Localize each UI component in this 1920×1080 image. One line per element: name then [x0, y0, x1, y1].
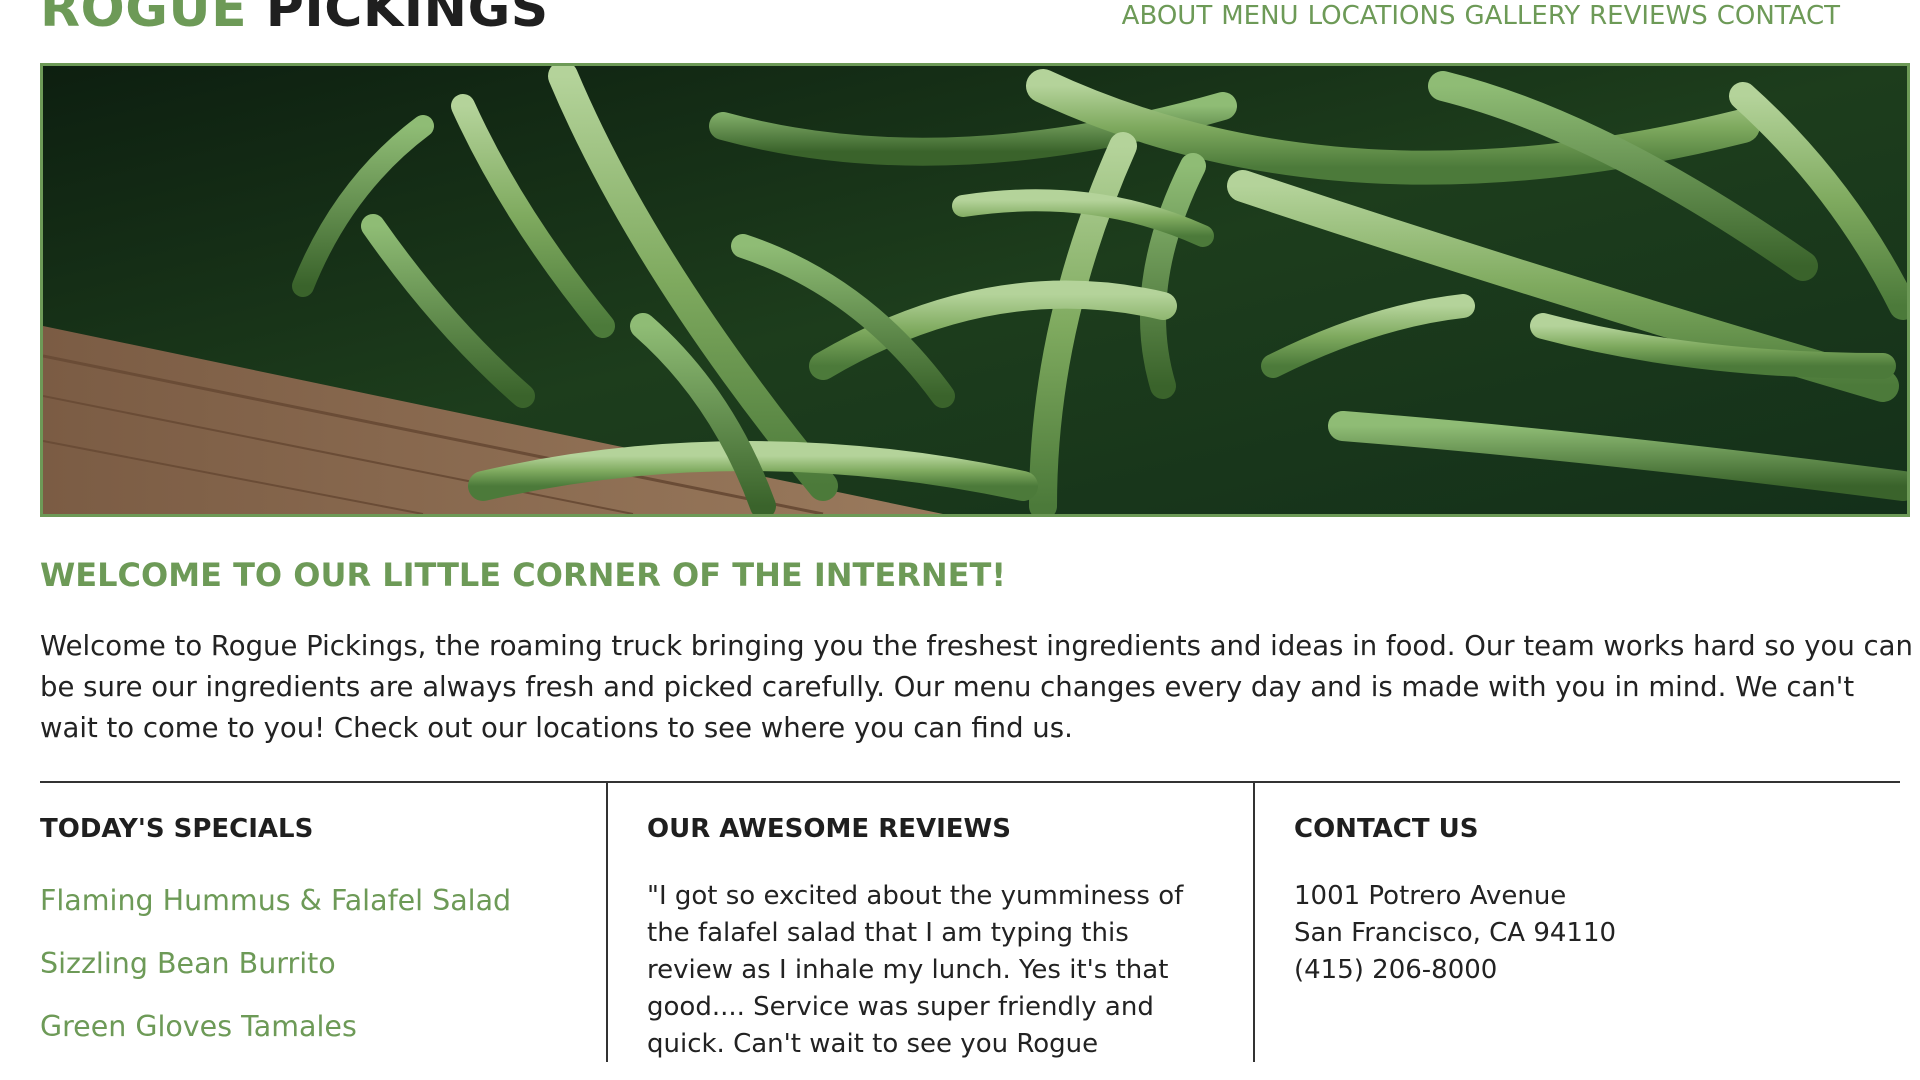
- column-divider: [1253, 782, 1255, 1062]
- logo[interactable]: ROGUE PICKINGS: [40, 0, 549, 38]
- nav-link-about[interactable]: ABOUT: [1122, 1, 1213, 31]
- main-nav: ABOUT MENU LOCATIONS GALLERY REVIEWS CON…: [1122, 1, 1840, 31]
- logo-word-rogue: ROGUE: [40, 0, 248, 39]
- nav-link-gallery[interactable]: GALLERY: [1464, 1, 1580, 31]
- page: ROGUE PICKINGS ABOUT MENU LOCATIONS GALL…: [0, 0, 1920, 1080]
- site-header: ROGUE PICKINGS ABOUT MENU LOCATIONS GALL…: [40, 0, 1880, 38]
- nav-link-reviews[interactable]: REVIEWS: [1589, 1, 1708, 31]
- nav-link-locations[interactable]: LOCATIONS: [1308, 1, 1456, 31]
- specials-list: Flaming Hummus & Falafel Salad Sizzling …: [40, 885, 511, 1074]
- nav-link-menu[interactable]: MENU: [1221, 1, 1298, 31]
- special-item[interactable]: Flaming Hummus & Falafel Salad: [40, 885, 511, 917]
- green-beans-photo: [43, 66, 1907, 514]
- address-line-2: San Francisco, CA 94110: [1294, 918, 1617, 948]
- contact-heading: CONTACT US: [1294, 814, 1479, 844]
- contact-info: 1001 Potrero Avenue San Francisco, CA 94…: [1294, 878, 1616, 989]
- welcome-title: WELCOME TO OUR LITTLE CORNER OF THE INTE…: [40, 556, 1006, 594]
- welcome-text: Welcome to Rogue Pickings, the roaming t…: [40, 630, 1913, 744]
- address-line-1: 1001 Potrero Avenue: [1294, 881, 1567, 911]
- specials-heading: TODAY'S SPECIALS: [40, 814, 314, 844]
- phone-number[interactable]: (415) 206-8000: [1294, 952, 1616, 989]
- reviews-heading: OUR AWESOME REVIEWS: [647, 814, 1011, 844]
- column-divider: [606, 782, 608, 1062]
- review-quote: "I got so excited about the yumminess of…: [647, 881, 1184, 1059]
- logo-word-pickings: PICKINGS: [265, 0, 549, 39]
- nav-link-contact[interactable]: CONTACT: [1717, 1, 1840, 31]
- special-item[interactable]: Green Gloves Tamales: [40, 1011, 511, 1043]
- hero-banner: [40, 63, 1910, 517]
- section-divider: [40, 781, 1900, 783]
- special-item[interactable]: Sizzling Bean Burrito: [40, 948, 511, 980]
